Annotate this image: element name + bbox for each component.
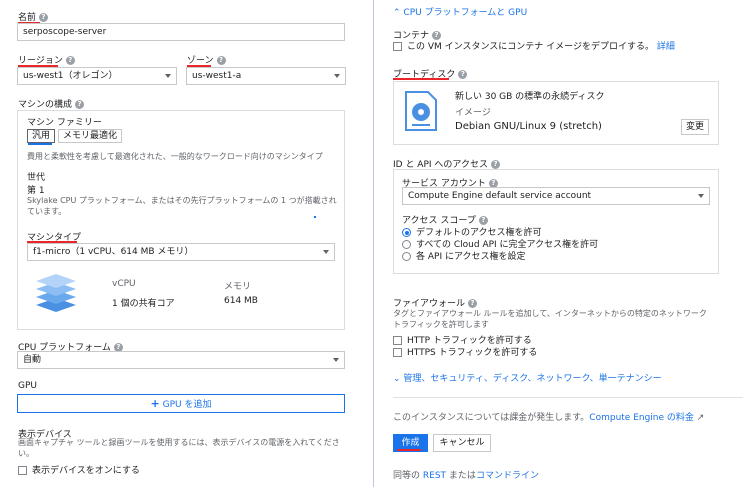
container-checkbox[interactable]	[393, 42, 402, 51]
billing-text: このインスタンスについては課金が発生します。	[393, 413, 590, 423]
dropdown-caret-icon	[165, 74, 171, 78]
firewall-description-2: トラフィックを許可します	[393, 320, 489, 329]
radio-unselected[interactable]	[402, 240, 411, 249]
zone-select[interactable]: us-west1-a	[186, 67, 346, 85]
gpu-label: GPU	[18, 381, 37, 391]
help-icon[interactable]: ?	[458, 70, 468, 79]
boot-disk-title: 新しい 30 GB の標準の永続ディスク	[455, 92, 605, 102]
dot-marker	[314, 216, 316, 218]
generation-description: Skylake CPU プラットフォーム、またはその先行プラットフォームの 1 …	[27, 196, 337, 216]
machine-config-label: マシンの構成?	[18, 97, 85, 110]
stacked-layers-icon	[36, 274, 76, 312]
name-input[interactable]: serposcope-server	[17, 23, 345, 41]
https-checkbox-label: HTTPS トラフィックを許可する	[407, 348, 538, 358]
firewall-description-1: タグとファイアウォール ルールを追加して、インターネットからの特定のネットワーク	[393, 309, 707, 318]
cpu-gpu-link-label: CPU プラットフォームと GPU	[403, 8, 528, 18]
vcpu-header: vCPU	[112, 279, 136, 289]
container-checkbox-label: この VM インスタンスにコンテナ イメージをデプロイする。	[407, 42, 654, 52]
help-icon[interactable]: ?	[65, 56, 75, 65]
service-account-value: Compute Engine default service account	[408, 191, 592, 201]
rest-prefix: 同等の	[393, 471, 421, 481]
dropdown-caret-icon	[323, 250, 329, 254]
annotation-underline	[393, 78, 449, 80]
machine-type-select[interactable]: f1-micro（1 vCPU、614 MB メモリ）	[27, 243, 335, 261]
command-line-link[interactable]: コマンドライン	[476, 471, 539, 481]
change-boot-disk-button[interactable]: 変更	[681, 119, 709, 135]
rest-mid: または	[448, 471, 476, 481]
region-value: us-west1（オレゴン）	[23, 71, 118, 81]
annotation-underline	[397, 449, 421, 451]
help-icon[interactable]: ?	[39, 13, 49, 22]
scope-option-label: 各 API にアクセス権を設定	[416, 252, 526, 262]
display-device-option[interactable]: 表示デバイスをオンにする	[18, 463, 140, 476]
dropdown-caret-icon	[698, 194, 704, 198]
chevron-up-icon: ⌃	[393, 8, 401, 18]
container-option[interactable]: この VM インスタンスにコンテナ イメージをデプロイする。 詳細	[393, 39, 675, 52]
help-icon[interactable]: ?	[478, 216, 488, 225]
dropdown-caret-icon	[333, 358, 339, 362]
family-description: 費用と柔軟性を考慮して最適化された、一般的なワークロード向けのマシンタイプ	[27, 152, 323, 161]
chevron-down-icon: ⌄	[393, 374, 401, 384]
section-divider	[393, 397, 743, 398]
rest-cli-line: 同等の REST またはコマンドライン	[393, 468, 539, 481]
region-select[interactable]: us-west1（オレゴン）	[17, 67, 177, 85]
memory-value: 614 MB	[224, 296, 258, 306]
https-checkbox[interactable]	[393, 348, 402, 357]
help-icon[interactable]: ?	[216, 56, 226, 65]
cpu-platform-value: 自動	[23, 355, 42, 365]
zone-value: us-west1-a	[192, 71, 242, 81]
cancel-button[interactable]: キャンセル	[433, 434, 491, 452]
machine-type-value: f1-micro（1 vCPU、614 MB メモリ）	[33, 247, 194, 257]
radio-unselected[interactable]	[402, 252, 411, 261]
rest-link[interactable]: REST	[423, 471, 446, 481]
tab-active-indicator	[28, 143, 52, 145]
machine-family-label: マシン ファミリー	[27, 118, 102, 128]
tab-memory-optimized[interactable]: メモリ最適化	[58, 129, 123, 143]
dropdown-caret-icon	[334, 74, 340, 78]
display-device-description: 画面キャプチャ ツールと録画ツールを使用するには、表示デバイスの電源を入れてくだ…	[18, 438, 340, 458]
help-icon[interactable]: ?	[75, 100, 85, 109]
add-gpu-button[interactable]: + GPU を追加	[17, 394, 345, 413]
disk-image-icon	[405, 91, 437, 131]
radio-selected[interactable]	[402, 228, 411, 237]
help-icon[interactable]: ?	[490, 160, 500, 169]
boot-image-value: Debian GNU/Linux 9 (stretch)	[455, 121, 602, 132]
vcpu-value: 1 個の共有コア	[112, 299, 175, 309]
https-option[interactable]: HTTPS トラフィックを許可する	[393, 345, 537, 358]
external-link-icon: ↗	[696, 413, 705, 423]
display-device-checkbox[interactable]	[18, 466, 27, 475]
display-device-checkbox-label: 表示デバイスをオンにする	[32, 466, 140, 476]
pricing-link[interactable]: Compute Engine の料金	[589, 413, 694, 423]
help-icon[interactable]: ?	[468, 299, 478, 308]
http-checkbox[interactable]	[393, 336, 402, 345]
tab-general[interactable]: 汎用	[27, 129, 56, 143]
advanced-options-link[interactable]: ⌄ 管理、セキュリティ、ディスク、ネットワーク、単一テナンシー	[393, 371, 662, 384]
memory-header: メモリ	[224, 282, 252, 292]
generation-label: 世代	[27, 173, 46, 183]
plus-icon: +	[150, 397, 160, 410]
panel-divider	[373, 0, 374, 487]
billing-notice: このインスタンスについては課金が発生します。Compute Engine の料金…	[393, 410, 704, 423]
scope-option-custom[interactable]: 各 API にアクセス権を設定	[402, 249, 526, 262]
cpu-gpu-toggle-link[interactable]: ⌃ CPU プラットフォームと GPU	[393, 5, 527, 18]
boot-image-label: イメージ	[455, 108, 491, 118]
cpu-platform-select[interactable]: 自動	[17, 351, 345, 369]
container-learn-more-link[interactable]: 詳細	[657, 42, 675, 52]
service-account-select[interactable]: Compute Engine default service account	[402, 187, 710, 205]
advanced-options-label: 管理、セキュリティ、ディスク、ネットワーク、単一テナンシー	[403, 374, 662, 384]
add-gpu-label: GPU を追加	[162, 400, 212, 410]
